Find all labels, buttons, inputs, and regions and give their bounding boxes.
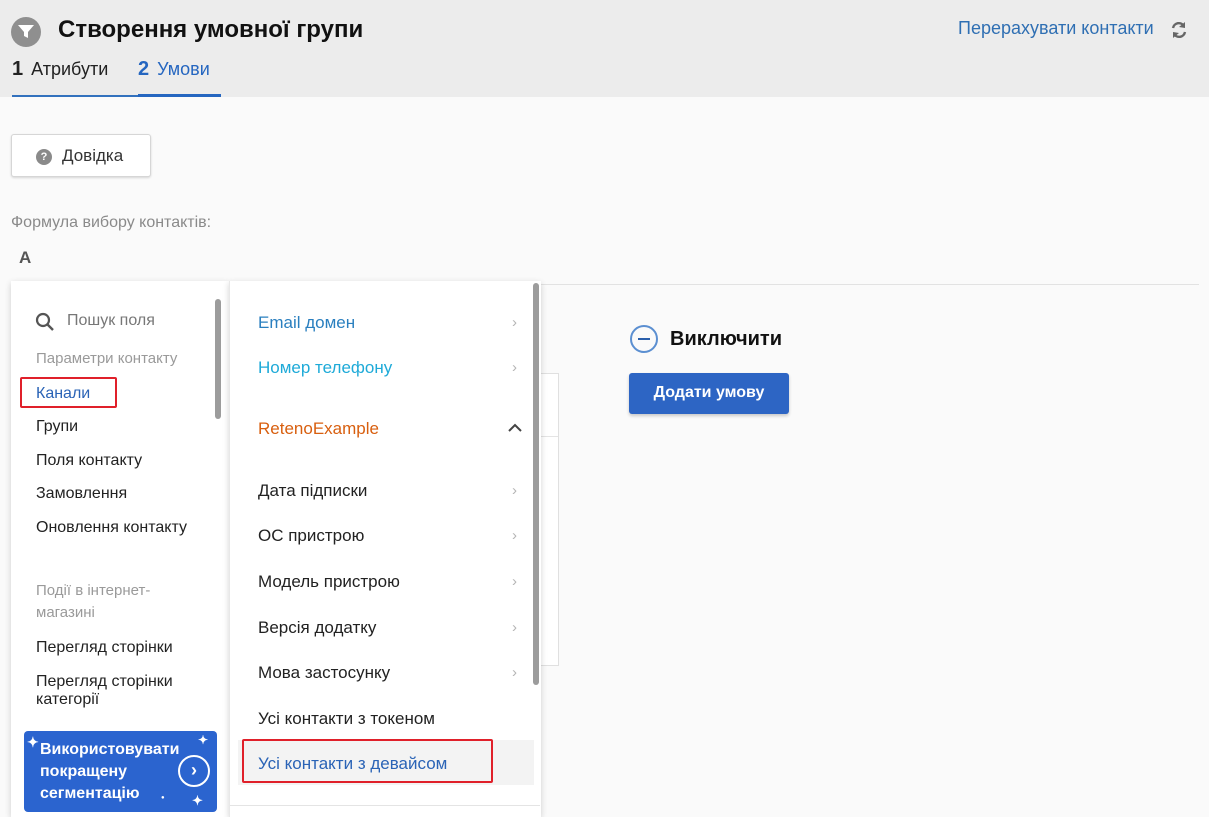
help-label: Довідка [62, 146, 124, 165]
menu-item-orders[interactable]: Замовлення [36, 485, 127, 503]
chevron-right-icon: › [512, 619, 517, 636]
step-number: 1 [12, 58, 24, 80]
field-subscription-date[interactable]: Дата підписки [258, 481, 367, 501]
recalc-contacts-link[interactable]: Перерахувати контакти [958, 18, 1154, 39]
menu-item-category-view[interactable]: Перегляд сторінки категорії [36, 673, 196, 709]
chevron-right-icon: › [512, 573, 517, 590]
field-device-model[interactable]: Модель пристрою [258, 572, 400, 592]
field-phone-number[interactable]: Номер телефону [258, 358, 392, 378]
formula-label: Формула вибору контактів: [11, 214, 212, 231]
question-icon: ? [36, 149, 52, 165]
funnel-icon [11, 17, 41, 47]
step-number: 2 [138, 58, 150, 80]
field-device-os[interactable]: ОС пристрою [258, 526, 364, 546]
exclude-heading: Виключити [670, 328, 783, 350]
tab-attributes[interactable]: 1 Атрибути [12, 58, 138, 97]
scrollbar[interactable] [533, 283, 539, 685]
sparkle-icon: ✦ [198, 733, 209, 747]
field-all-contacts-token[interactable]: Усі контакти з токеном [258, 709, 435, 729]
page-header: Створення умовної групи Перерахувати кон… [0, 0, 1209, 97]
search-input[interactable]: Пошук поля [67, 312, 155, 330]
help-button[interactable]: ? Довідка [11, 134, 151, 177]
chevron-right-icon[interactable]: › [178, 755, 210, 787]
menu-item-channels[interactable]: Канали [36, 385, 90, 403]
field-app-version[interactable]: Версія додатку [258, 618, 376, 638]
chevron-right-icon: › [512, 482, 517, 499]
menu-item-groups[interactable]: Групи [36, 418, 78, 436]
chevron-right-icon: › [512, 527, 517, 544]
field-all-contacts-device[interactable]: Усі контакти з девайсом [258, 754, 447, 774]
chevron-right-icon: › [512, 664, 517, 681]
menu-item-contact-fields[interactable]: Поля контакту [36, 452, 142, 470]
scrollbar[interactable] [215, 299, 221, 419]
minus-circle-icon[interactable] [630, 325, 658, 353]
banner-text: Використовувати покращену сегментацію [40, 741, 180, 802]
field-list-menu: Email домен › Номер телефону › RetenoExa… [229, 281, 541, 817]
sparkle-icon: ✦ [192, 793, 203, 808]
menu-item-page-view[interactable]: Перегляд сторінки [36, 639, 173, 657]
refresh-icon[interactable] [1170, 20, 1188, 40]
condition-panel [540, 373, 559, 666]
add-condition-button[interactable]: Додати умову [629, 373, 789, 414]
sparkle-icon: ✦ [27, 734, 39, 750]
section-contact-params: Параметри контакту [36, 350, 178, 367]
group-reteno-example[interactable]: RetenoExample [258, 419, 379, 439]
chevron-up-icon[interactable] [507, 421, 523, 435]
search-icon [35, 312, 54, 331]
formula-value: A [19, 248, 32, 267]
section-shop-events: Події в інтернет-магазині [36, 582, 151, 621]
advanced-segmentation-banner[interactable]: ✦ ✦ ✦ ● Використовувати покращену сегмен… [24, 731, 217, 812]
step-label: Умови [157, 59, 210, 79]
field-category-menu: Пошук поля Параметри контакту Канали Гру… [11, 281, 229, 817]
divider [230, 805, 540, 806]
tab-conditions[interactable]: 2 Умови [138, 58, 221, 97]
page-title: Створення умовної групи [58, 16, 364, 43]
chevron-right-icon: › [512, 314, 517, 331]
field-email-domain[interactable]: Email домен [258, 313, 355, 333]
menu-item-contact-update[interactable]: Оновлення контакту [36, 519, 187, 537]
chevron-right-icon: › [512, 359, 517, 376]
step-label: Атрибути [31, 59, 109, 79]
field-app-language[interactable]: Мова застосунку [258, 663, 390, 683]
